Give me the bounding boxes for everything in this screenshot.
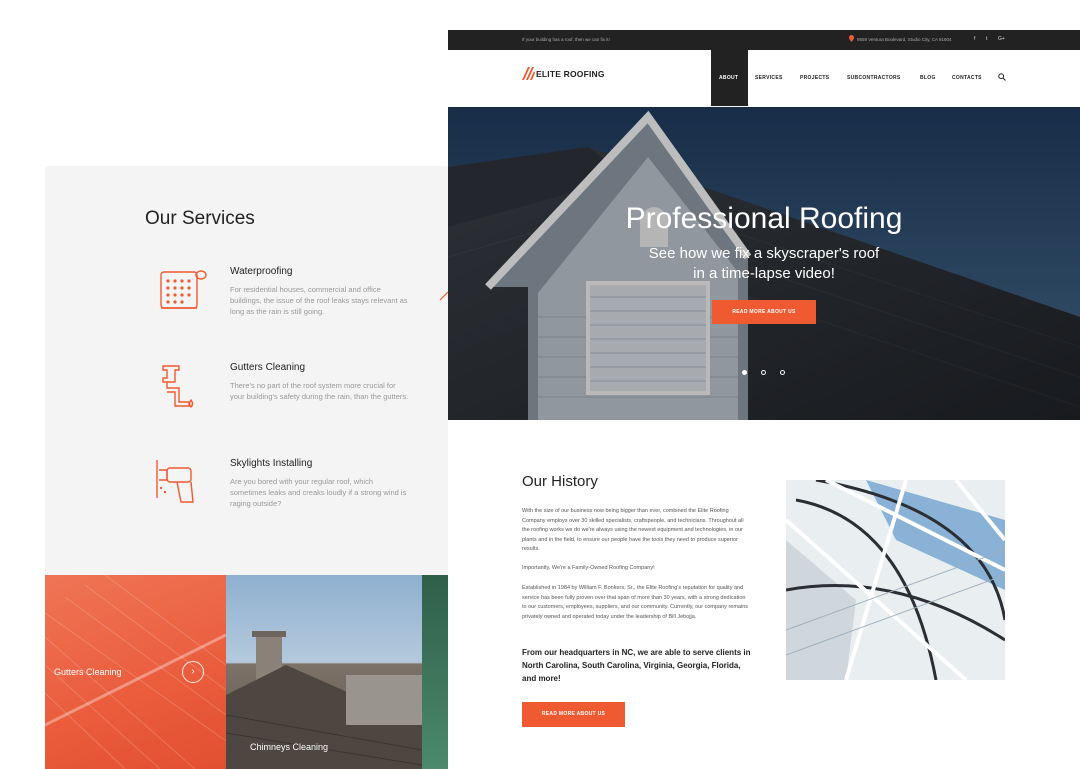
tile-label: Chimneys Cleaning <box>250 742 329 752</box>
arrow-right-icon[interactable]: › <box>182 661 204 683</box>
logo-text: ELITE ROOFING <box>536 69 605 79</box>
gutter-pipe-icon <box>162 365 194 408</box>
top-bar: If your building has a roof, then we can… <box>448 30 1080 50</box>
roof-logo-icon <box>522 67 535 80</box>
twitter-icon[interactable]: t <box>986 36 987 42</box>
history-paragraph: Importantly, We're a Family-Owned Roofin… <box>522 565 655 571</box>
history-paragraph: Established in 1984 by William F. Bonker… <box>522 585 748 620</box>
tile-label: Gutters Cleaning <box>54 667 122 677</box>
service-name[interactable]: Gutters Cleaning <box>230 362 305 373</box>
google-plus-icon[interactable]: G+ <box>998 36 1005 42</box>
service-skylights-installing[interactable]: Skylights Installing Are you bored with … <box>153 458 448 528</box>
service-description: There's no part of the roof system more … <box>230 381 409 401</box>
main-nav: ELITE ROOFING ABOUT SERVICES PROJECTS SU… <box>448 50 1080 106</box>
service-name[interactable]: Skylights Installing <box>230 458 312 469</box>
hero-subtitle: See how we fix a skyscraper's roof in a … <box>606 244 922 284</box>
history-read-more-button[interactable]: READ MORE ABOUT US <box>522 702 625 727</box>
history-paragraph: With the size of our business now being … <box>522 508 744 552</box>
nav-item-contacts[interactable]: CONTACTS <box>952 75 982 81</box>
slider-dot-active[interactable] <box>742 370 747 375</box>
skylight-structure-image <box>786 480 1005 680</box>
chimney-house-image <box>226 631 422 769</box>
tile-chimneys-cleaning[interactable]: Chimneys Cleaning <box>226 575 422 769</box>
drill-icon <box>156 460 194 503</box>
nav-item-services[interactable]: SERVICES <box>755 75 783 81</box>
slider-dot[interactable] <box>780 370 785 375</box>
service-gutters-cleaning[interactable]: Gutters Cleaning There's no part of the … <box>153 362 448 432</box>
history-title: Our History <box>522 473 598 490</box>
nav-item-about[interactable]: ABOUT <box>711 50 748 106</box>
nav-item-label: ABOUT <box>719 75 739 81</box>
map-pin-icon <box>849 35 854 42</box>
service-description: For residential houses, commercial and o… <box>230 285 408 316</box>
hero-subtitle-line: in a time-lapse video! <box>693 265 835 282</box>
service-waterproofing[interactable]: Waterproofing For residential houses, co… <box>153 266 448 336</box>
hero-read-more-button[interactable]: READ MORE ABOUT US <box>712 300 816 324</box>
hero-subtitle-line: See how we fix a skyscraper's roof <box>648 245 880 262</box>
top-bar-tagline: If your building has a roof, then we can… <box>522 37 610 42</box>
website-preview: If your building has a roof, then we can… <box>448 30 1080 769</box>
tile-partial[interactable] <box>422 575 448 769</box>
facebook-icon[interactable]: f <box>974 36 975 42</box>
slider-dot[interactable] <box>761 370 766 375</box>
tile-gutters-cleaning[interactable]: Gutters Cleaning › <box>45 575 226 769</box>
top-bar-address[interactable]: 9559 Ventura Boulevard, Studio City, CA … <box>857 37 951 42</box>
logo[interactable]: ELITE ROOFING <box>521 66 621 82</box>
hero-title: Professional Roofing <box>625 202 903 235</box>
services-panel: Our Services Waterproofing For residenti… <box>45 166 448 769</box>
chevron-left-icon[interactable] <box>438 290 448 310</box>
history-highlight: From our headquarters in NC, we are able… <box>522 648 751 683</box>
waterproofing-icon <box>160 270 207 309</box>
service-name[interactable]: Waterproofing <box>230 266 292 277</box>
nav-item-projects[interactable]: PROJECTS <box>800 75 829 81</box>
nav-item-subcontractors[interactable]: SUBCONTRACTORS <box>847 75 901 81</box>
search-icon[interactable] <box>998 73 1006 81</box>
services-title: Our Services <box>145 208 255 229</box>
hero-slider: Professional Roofing See how we fix a sk… <box>448 107 1080 420</box>
skylight-image <box>786 480 1005 680</box>
service-description: Are you bored with your regular roof, wh… <box>230 477 407 508</box>
nav-item-blog[interactable]: BLOG <box>920 75 936 81</box>
